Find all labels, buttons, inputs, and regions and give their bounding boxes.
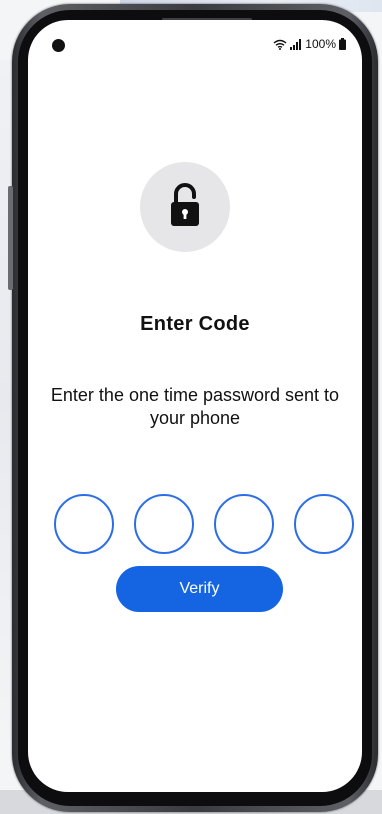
signal-icon [290, 38, 302, 50]
lock-icon [170, 182, 200, 232]
front-camera [52, 39, 65, 52]
otp-digit-2[interactable] [134, 494, 194, 554]
phone-screen: 100% Enter Code Enter the one time passw… [28, 20, 362, 792]
status-bar: 100% [273, 37, 346, 51]
wifi-icon [273, 39, 287, 50]
otp-digit-4[interactable] [294, 494, 354, 554]
lock-badge [140, 162, 230, 252]
verify-button[interactable]: Verify [116, 566, 283, 612]
otp-digit-3[interactable] [214, 494, 274, 554]
otp-digit-1[interactable] [54, 494, 114, 554]
battery-icon [339, 38, 346, 50]
battery-percentage: 100% [305, 37, 336, 51]
phone-side-button [8, 186, 13, 290]
page-title: Enter Code [140, 313, 250, 335]
otp-input-group [54, 494, 354, 554]
instruction-text: Enter the one time password sent to your… [50, 385, 340, 428]
